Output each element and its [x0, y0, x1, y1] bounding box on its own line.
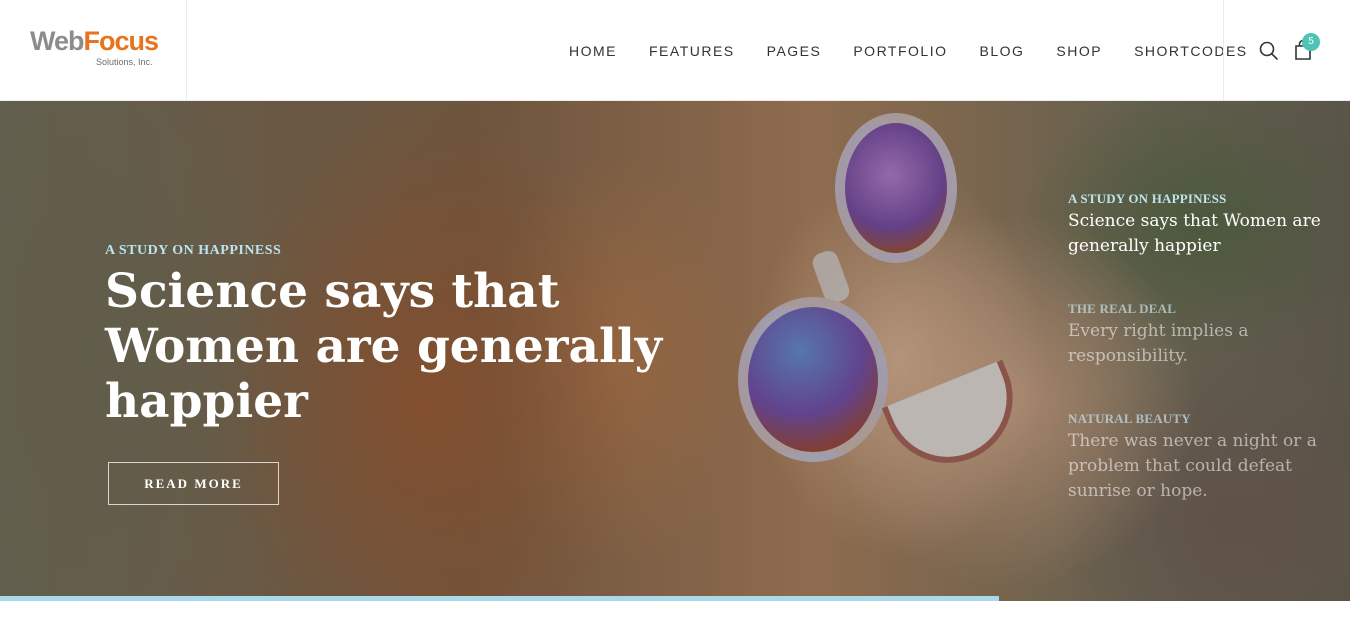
hero-kicker: A STUDY ON HAPPINESS: [105, 243, 282, 258]
slide-nav-title: There was never a night or a problem tha…: [1068, 431, 1317, 501]
nav-item-home[interactable]: HOME: [569, 43, 617, 59]
logo-area: WebFocus Solutions, Inc.: [0, 0, 187, 101]
hero-slider: A STUDY ON HAPPINESS Science says that W…: [0, 101, 1350, 601]
slide-nav-item[interactable]: THE REAL DEAL Every right implies a resp…: [1068, 301, 1338, 369]
slide-nav-title: Science says that Women are generally ha…: [1068, 211, 1321, 256]
slide-nav-kicker: NATURAL BEAUTY: [1068, 411, 1191, 426]
logo-wordmark: WebFocus: [30, 26, 160, 56]
slide-nav-item[interactable]: NATURAL BEAUTY There was never a night o…: [1068, 411, 1338, 504]
logo-word-web: Web: [30, 26, 85, 56]
site-header: WebFocus Solutions, Inc. HOME FEATURES P…: [0, 0, 1350, 101]
main-nav: HOME FEATURES PAGES PORTFOLIO BLOG SHOP …: [553, 0, 1264, 101]
nav-item-portfolio[interactable]: PORTFOLIO: [853, 43, 947, 59]
site-logo[interactable]: WebFocus Solutions, Inc.: [30, 26, 160, 72]
logo-word-focus: Focus: [83, 26, 160, 56]
slide-nav-title: Every right implies a responsibility.: [1068, 321, 1249, 366]
cart-count-badge: 5: [1302, 33, 1320, 51]
hero-title: Science says that Women are generally ha…: [105, 264, 663, 429]
nav-item-pages[interactable]: PAGES: [767, 43, 822, 59]
logo-subtitle: Solutions, Inc.: [96, 57, 153, 67]
nav-item-features[interactable]: FEATURES: [649, 43, 735, 59]
slider-progress-bar: [0, 596, 999, 601]
nav-item-blog[interactable]: BLOG: [980, 43, 1025, 59]
slide-nav-item[interactable]: A STUDY ON HAPPINESS Science says that W…: [1068, 191, 1338, 259]
nav-item-shop[interactable]: SHOP: [1056, 43, 1102, 59]
slide-nav-kicker: THE REAL DEAL: [1068, 301, 1177, 316]
search-icon[interactable]: [1258, 40, 1280, 62]
slide-nav-kicker: A STUDY ON HAPPINESS: [1068, 191, 1227, 206]
read-more-button[interactable]: READ MORE: [108, 462, 279, 505]
slider-progress-track: [0, 596, 1350, 601]
header-tools: 5: [1223, 0, 1350, 101]
